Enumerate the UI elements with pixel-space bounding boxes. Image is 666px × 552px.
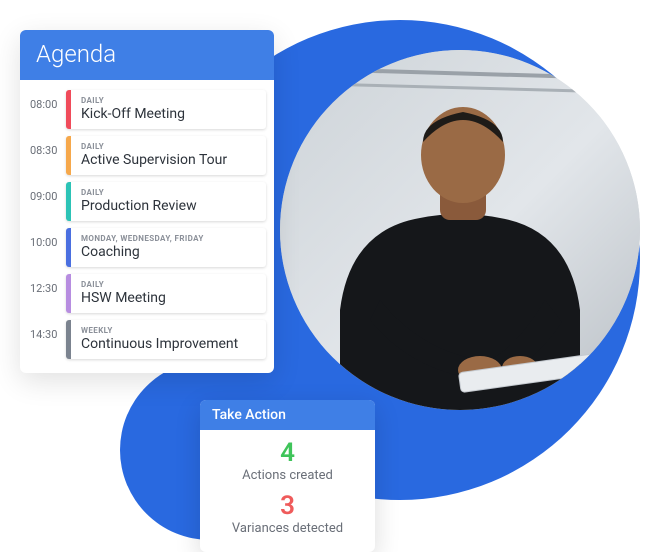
- agenda-frequency: DAILY: [81, 96, 256, 105]
- agenda-frequency: WEEKLY: [81, 326, 256, 335]
- agenda-item-title: Continuous Improvement: [81, 336, 256, 352]
- agenda-frequency: DAILY: [81, 188, 256, 197]
- metric: 3 Variances detected: [212, 493, 363, 536]
- agenda-item-title: Kick-Off Meeting: [81, 106, 256, 122]
- agenda-item[interactable]: DAILYProduction Review: [66, 182, 266, 221]
- take-action-title: Take Action: [200, 400, 375, 430]
- agenda-item[interactable]: DAILYActive Supervision Tour: [66, 136, 266, 175]
- metric-value: 3: [212, 493, 363, 519]
- metric-value: 4: [212, 440, 363, 466]
- agenda-time: 08:30: [28, 136, 66, 175]
- agenda-row[interactable]: 12:30DAILYHSW Meeting: [28, 274, 266, 313]
- agenda-time: 12:30: [28, 274, 66, 313]
- metric-label: Variances detected: [212, 521, 363, 536]
- agenda-item-title: Production Review: [81, 198, 256, 214]
- metric-label: Actions created: [212, 468, 363, 483]
- agenda-row[interactable]: 14:30WEEKLYContinuous Improvement: [28, 320, 266, 359]
- agenda-frequency: DAILY: [81, 280, 256, 289]
- metric: 4 Actions created: [212, 440, 363, 483]
- agenda-item-title: Coaching: [81, 244, 256, 260]
- agenda-row[interactable]: 09:00DAILYProduction Review: [28, 182, 266, 221]
- agenda-time: 14:30: [28, 320, 66, 359]
- agenda-frequency: MONDAY, WEDNESDAY, FRIDAY: [81, 234, 256, 243]
- agenda-time: 09:00: [28, 182, 66, 221]
- agenda-item[interactable]: MONDAY, WEDNESDAY, FRIDAYCoaching: [66, 228, 266, 267]
- agenda-title: Agenda: [20, 30, 274, 80]
- agenda-card: Agenda 08:00DAILYKick-Off Meeting08:30DA…: [20, 30, 274, 373]
- agenda-item-title: HSW Meeting: [81, 290, 256, 306]
- agenda-item[interactable]: DAILYHSW Meeting: [66, 274, 266, 313]
- agenda-list: 08:00DAILYKick-Off Meeting08:30DAILYActi…: [20, 80, 274, 373]
- agenda-item-title: Active Supervision Tour: [81, 152, 256, 168]
- take-action-body: 4 Actions created 3 Variances detected: [200, 430, 375, 552]
- agenda-frequency: DAILY: [81, 142, 256, 151]
- agenda-row[interactable]: 10:00MONDAY, WEDNESDAY, FRIDAYCoaching: [28, 228, 266, 267]
- agenda-time: 08:00: [28, 90, 66, 129]
- agenda-item[interactable]: DAILYKick-Off Meeting: [66, 90, 266, 129]
- user-photo: [280, 50, 640, 410]
- agenda-row[interactable]: 08:00DAILYKick-Off Meeting: [28, 90, 266, 129]
- agenda-item[interactable]: WEEKLYContinuous Improvement: [66, 320, 266, 359]
- take-action-card: Take Action 4 Actions created 3 Variances d…: [200, 400, 375, 552]
- agenda-row[interactable]: 08:30DAILYActive Supervision Tour: [28, 136, 266, 175]
- agenda-time: 10:00: [28, 228, 66, 267]
